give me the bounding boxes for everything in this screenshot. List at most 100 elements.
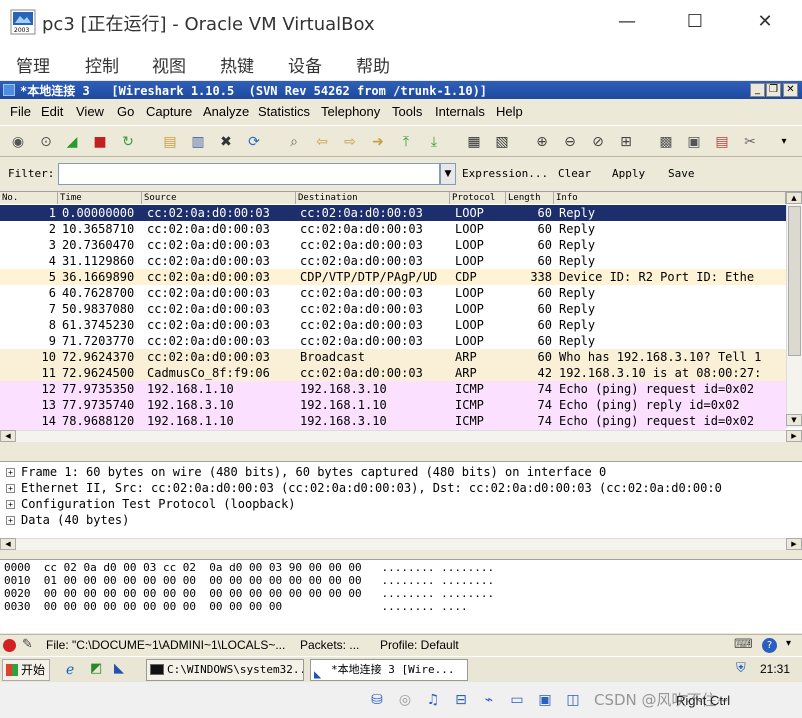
column-header-destination[interactable]: Destination — [296, 192, 450, 204]
save-file-icon[interactable]: ▥ — [188, 132, 208, 152]
column-header-time[interactable]: Time — [58, 192, 142, 204]
table-row[interactable]: 13 77.9735740 192.168.3.10 192.168.1.10 ICMP… — [0, 397, 786, 413]
ws-menu-telephony[interactable]: Telephony — [321, 104, 380, 119]
vbox-menu-help[interactable]: 帮助 — [356, 52, 390, 77]
expert-info-icon[interactable]: ✎ — [22, 637, 33, 652]
ws-menu-internals[interactable]: Internals — [435, 104, 485, 119]
task-wireshark[interactable]: ◣ *本地连接 3 [Wire... — [310, 659, 468, 681]
capture-status-icon[interactable] — [3, 639, 16, 652]
detail-row-data[interactable]: + Data (40 bytes) — [0, 512, 790, 528]
table-row[interactable]: 14 78.9688120 192.168.1.10 192.168.3.10 ICMP… — [0, 413, 786, 429]
detail-row-ethernet[interactable]: + Ethernet II, Src: cc:02:0a:d0:00:03 (c… — [0, 480, 790, 496]
column-header-source[interactable]: Source — [142, 192, 296, 204]
ws-menu-file[interactable]: File — [10, 104, 31, 119]
scroll-right-icon[interactable]: ▶ — [786, 538, 802, 550]
packet-list-vscrollbar[interactable]: ▲ ▼ — [786, 192, 802, 428]
ws-menu-tools[interactable]: Tools — [392, 104, 422, 119]
column-header-no[interactable]: No. — [0, 192, 58, 204]
audio-icon[interactable]: ♫ — [422, 690, 444, 710]
details-hscrollbar[interactable]: ◀ ▶ — [0, 538, 802, 550]
stop-capture-icon[interactable]: ■ — [90, 132, 110, 152]
table-row[interactable]: 11 72.9624500 CadmusCo_8f:f9:06 cc:02:0a:d0… — [0, 365, 786, 381]
ws-menu-view[interactable]: View — [76, 104, 104, 119]
ws-menu-statistics[interactable]: Statistics — [258, 104, 310, 119]
hard-disk-icon[interactable]: ⛁ — [366, 690, 388, 710]
scroll-thumb[interactable] — [788, 206, 801, 356]
start-button[interactable]: 开始 — [2, 659, 50, 681]
autoscroll-icon[interactable]: ▧ — [492, 132, 512, 152]
ws-close-button[interactable]: ✕ — [783, 83, 798, 97]
show-desktop-icon[interactable]: ◩ — [90, 661, 102, 676]
close-file-icon[interactable]: ✖ — [216, 132, 236, 152]
status-more-icon[interactable]: ▾ — [786, 638, 791, 649]
table-row[interactable]: 10 72.9624370 cc:02:0a:d0:00:03 Broadcast AR… — [0, 349, 786, 365]
expand-icon[interactable]: + — [6, 516, 15, 525]
optical-drive-icon[interactable]: ◎ — [394, 690, 416, 710]
vbox-menu-hotkeys[interactable]: 热键 — [220, 52, 254, 77]
scroll-left-icon[interactable]: ◀ — [0, 430, 16, 442]
shared-folders-icon[interactable]: ▭ — [506, 690, 528, 710]
go-to-packet-icon[interactable]: ➜ — [368, 132, 388, 152]
ie-icon[interactable]: ℯ — [66, 662, 74, 678]
tray-icon[interactable]: ⛨ — [736, 661, 746, 676]
expand-icon[interactable]: + — [6, 468, 15, 477]
ws-menu-go[interactable]: Go — [117, 104, 134, 119]
clear-button[interactable]: Clear — [558, 167, 591, 180]
packet-list-hscrollbar[interactable]: ◀ ▶ — [0, 430, 802, 442]
scroll-down-icon[interactable]: ▼ — [786, 414, 802, 426]
table-row[interactable]: 2 10.3658710 cc:02:0a:d0:00:03 cc:02:0a:d0:… — [0, 221, 786, 237]
close-button[interactable]: ✕ — [740, 6, 790, 38]
minimize-button[interactable]: — — [602, 6, 652, 38]
interfaces-icon[interactable]: ◉ — [8, 132, 28, 152]
display-icon[interactable]: ▣ — [534, 690, 556, 710]
scroll-left-icon[interactable]: ◀ — [0, 538, 16, 550]
table-row[interactable]: 7 50.9837080 cc:02:0a:d0:00:03 cc:02:0a:d0:… — [0, 301, 786, 317]
column-header-length[interactable]: Length — [506, 192, 554, 204]
ws-menu-edit[interactable]: Edit — [41, 104, 63, 119]
vbox-menu-manage[interactable]: 管理 — [16, 52, 50, 77]
table-row[interactable]: 8 61.3745230 cc:02:0a:d0:00:03 cc:02:0a:d0:… — [0, 317, 786, 333]
ws-menu-analyze[interactable]: Analyze — [203, 104, 249, 119]
status-profile[interactable]: Profile: Default — [380, 638, 500, 652]
vbox-menu-devices[interactable]: 设备 — [288, 52, 322, 77]
reload-icon[interactable]: ⟳ — [244, 132, 264, 152]
first-packet-icon[interactable]: ⤒ — [396, 132, 416, 152]
colorize-icon[interactable]: ▦ — [464, 132, 484, 152]
last-packet-icon[interactable]: ⤓ — [424, 132, 444, 152]
apply-button[interactable]: Apply — [612, 167, 645, 180]
expression-button[interactable]: Expression... — [462, 167, 548, 180]
table-row[interactable]: 9 71.7203770 cc:02:0a:d0:00:03 cc:02:0a:d0:… — [0, 333, 786, 349]
find-icon[interactable]: ⌕ — [284, 132, 304, 152]
table-row[interactable]: 1 0.00000000 cc:02:0a:d0:00:03 cc:02:0a:d0:… — [0, 205, 786, 221]
display-filters-icon[interactable]: ▣ — [684, 132, 704, 152]
table-row[interactable]: 3 20.7360470 cc:02:0a:d0:00:03 cc:02:0a:d0:… — [0, 237, 786, 253]
task-cmd[interactable]: C:\WINDOWS\system32... — [146, 659, 304, 681]
ws-minimize-button[interactable]: _ — [750, 83, 765, 97]
zoom-in-icon[interactable]: ⊕ — [532, 132, 552, 152]
vbox-menu-view[interactable]: 视图 — [152, 52, 186, 77]
filter-input[interactable] — [58, 163, 440, 185]
ws-restore-button[interactable]: ❐ — [766, 83, 781, 97]
capture-filters-icon[interactable]: ▩ — [656, 132, 676, 152]
scroll-up-icon[interactable]: ▲ — [786, 192, 802, 204]
detail-row-loopback[interactable]: + Configuration Test Protocol (loopback) — [0, 496, 790, 512]
table-row[interactable]: 4 31.1129860 cc:02:0a:d0:00:03 cc:02:0a:d0:… — [0, 253, 786, 269]
table-row[interactable]: 5 36.1669890 cc:02:0a:d0:00:03 CDP/VTP/DTP/… — [0, 269, 786, 285]
filter-dropdown-icon[interactable]: ▼ — [440, 163, 456, 185]
vbox-menu-control[interactable]: 控制 — [85, 52, 119, 77]
expand-icon[interactable]: + — [6, 484, 15, 493]
help-icon[interactable]: ? — [762, 638, 777, 653]
scroll-right-icon[interactable]: ▶ — [786, 430, 802, 442]
network-adapter-icon[interactable]: ⊟ — [450, 690, 472, 710]
column-header-info[interactable]: Info — [554, 192, 786, 204]
restart-capture-icon[interactable]: ↻ — [118, 132, 138, 152]
resize-columns-icon[interactable]: ⊞ — [616, 132, 636, 152]
start-capture-icon[interactable]: ◢ — [62, 132, 82, 152]
go-forward-icon[interactable]: ⇨ — [340, 132, 360, 152]
save-filter-button[interactable]: Save — [668, 167, 695, 180]
go-back-icon[interactable]: ⇦ — [312, 132, 332, 152]
network-icon[interactable]: ⌨ — [734, 637, 753, 652]
recording-icon[interactable]: ◫ — [562, 690, 584, 710]
table-row[interactable]: 12 77.9735350 192.168.1.10 192.168.3.10 ICMP… — [0, 381, 786, 397]
ws-menu-help[interactable]: Help — [496, 104, 523, 119]
